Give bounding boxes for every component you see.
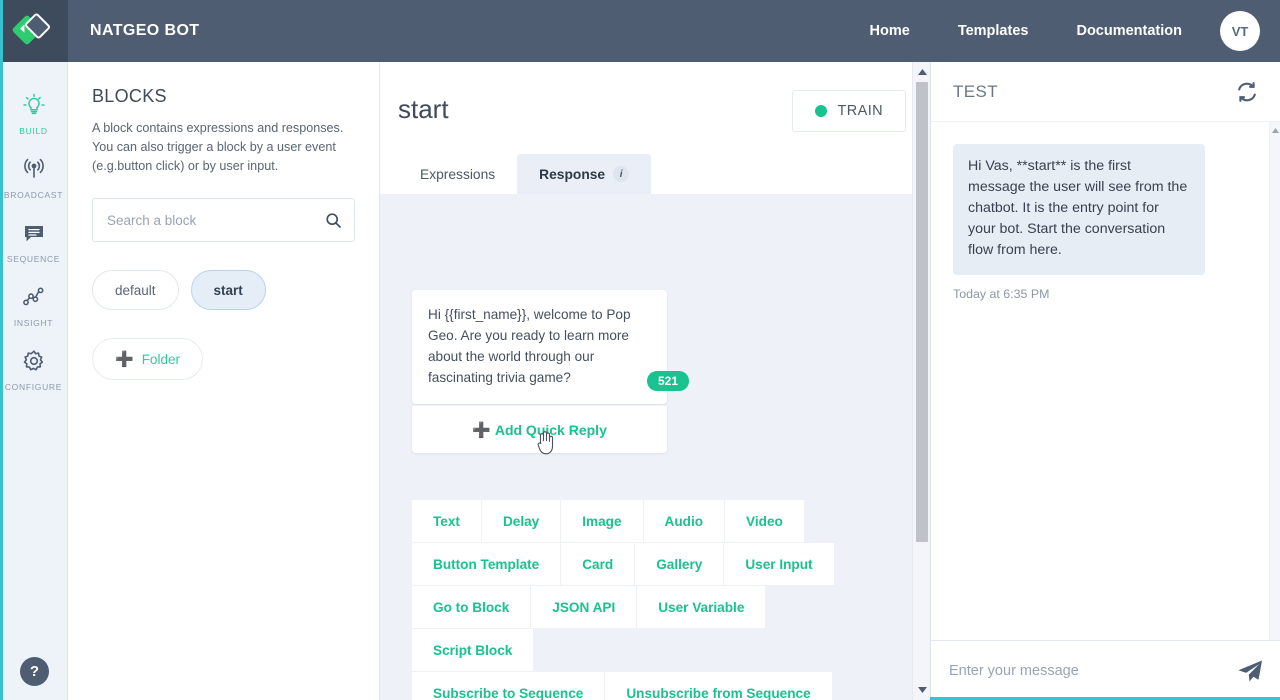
avatar[interactable]: VT	[1220, 11, 1260, 51]
test-chat-body: Hi Vas, **start** is the first message t…	[931, 122, 1280, 640]
app-logo[interactable]	[0, 0, 68, 62]
block-type-row: Subscribe to Sequence Unsubscribe from S…	[412, 672, 882, 700]
sidebar-item-broadcast[interactable]: BROADCAST	[0, 142, 68, 206]
folder-row: ➕ Folder	[92, 338, 355, 380]
block-type-image[interactable]: Image	[561, 500, 643, 543]
train-button[interactable]: TRAIN	[792, 90, 907, 132]
tab-response[interactable]: Response i	[517, 154, 651, 194]
block-type-json-api[interactable]: JSON API	[531, 586, 637, 629]
tab-expressions[interactable]: Expressions	[398, 154, 517, 194]
block-type-text[interactable]: Text	[412, 500, 482, 543]
message-composer	[931, 640, 1280, 700]
response-canvas: Hi {{first_name}}, welcome to Pop Geo. A…	[380, 194, 930, 700]
block-type-grid: Text Delay Image Audio Video Button Temp…	[412, 500, 882, 700]
add-folder-button[interactable]: ➕ Folder	[92, 338, 203, 380]
app-root: NATGEO BOT Home Templates Documentation …	[0, 0, 1280, 700]
block-type-user-input[interactable]: User Input	[724, 543, 834, 586]
broadcast-icon	[20, 152, 48, 186]
nav-templates[interactable]: Templates	[934, 0, 1053, 62]
test-panel-title: TEST	[953, 82, 998, 102]
left-nav-rail: BUILD BROADCAST SEQUENCE	[0, 62, 68, 700]
block-pill-default[interactable]: default	[92, 270, 179, 310]
block-type-audio[interactable]: Audio	[644, 500, 726, 543]
left-edge-accent	[0, 0, 3, 700]
search-block-container[interactable]	[92, 198, 355, 242]
page-title: start	[398, 94, 449, 125]
plus-icon: ➕	[115, 350, 134, 368]
sidebar-item-label: BUILD	[19, 126, 48, 136]
block-list: default start	[92, 270, 355, 310]
block-type-delay[interactable]: Delay	[482, 500, 561, 543]
sidebar-item-label: BROADCAST	[4, 190, 63, 200]
tab-expressions-label: Expressions	[420, 167, 495, 182]
block-type-gallery[interactable]: Gallery	[635, 543, 724, 586]
blocks-panel-title: BLOCKS	[92, 86, 355, 107]
help-button[interactable]: ?	[20, 657, 49, 686]
main-canvas: start TRAIN Expressions Response i Hi {{…	[380, 62, 930, 700]
search-input[interactable]	[107, 213, 325, 228]
add-folder-label: Folder	[142, 352, 180, 367]
line-chart-icon	[20, 280, 48, 314]
header-spacer	[199, 0, 845, 62]
blocks-panel-description: A block contains expressions and respons…	[92, 119, 355, 176]
character-count-badge: 521	[647, 371, 689, 391]
sidebar-item-sequence[interactable]: SEQUENCE	[0, 206, 68, 270]
lightbulb-icon	[20, 88, 48, 122]
block-type-subscribe-to-sequence[interactable]: Subscribe to Sequence	[412, 672, 605, 700]
refresh-icon[interactable]	[1235, 80, 1259, 104]
gear-icon	[20, 344, 48, 378]
chat-diamond-logo-icon	[16, 14, 52, 48]
block-type-go-to-block[interactable]: Go to Block	[412, 586, 531, 629]
message-lines-icon	[20, 216, 48, 250]
message-card-container: Hi {{first_name}}, welcome to Pop Geo. A…	[412, 290, 667, 453]
sidebar-item-build[interactable]: BUILD	[0, 78, 68, 142]
message-input[interactable]	[949, 663, 1227, 679]
blocks-panel: BLOCKS A block contains expressions and …	[68, 62, 380, 700]
plus-icon: ➕	[472, 421, 491, 439]
block-type-row: Text Delay Image Audio Video	[412, 500, 882, 543]
block-pill-start[interactable]: start	[191, 270, 266, 310]
test-scrollbar[interactable]	[1269, 122, 1280, 640]
main-header: start TRAIN Expressions Response i	[380, 62, 930, 194]
search-icon[interactable]	[325, 212, 342, 229]
header-nav: Home Templates Documentation	[846, 0, 1206, 62]
block-type-unsubscribe-from-sequence[interactable]: Unsubscribe from Sequence	[605, 672, 832, 700]
sidebar-item-insight[interactable]: INSIGHT	[0, 270, 68, 334]
sidebar-item-label: CONFIGURE	[5, 382, 62, 392]
nav-documentation[interactable]: Documentation	[1052, 0, 1206, 62]
top-header: NATGEO BOT Home Templates Documentation …	[0, 0, 1280, 62]
sidebar-item-label: INSIGHT	[14, 318, 53, 328]
train-status-dot	[815, 105, 827, 117]
tab-response-label: Response	[539, 167, 605, 182]
nav-home[interactable]: Home	[846, 0, 934, 62]
brand-title: NATGEO BOT	[68, 0, 199, 62]
test-scroll-up-arrow-icon[interactable]	[1270, 124, 1280, 136]
block-type-video[interactable]: Video	[725, 500, 805, 543]
scroll-down-arrow-icon[interactable]	[913, 682, 931, 698]
block-type-row: Button Template Card Gallery User Input	[412, 543, 882, 586]
block-type-user-variable[interactable]: User Variable	[637, 586, 766, 629]
block-type-row: Go to Block JSON API User Variable Scrip…	[412, 586, 882, 672]
content-tabs: Expressions Response i	[398, 154, 651, 194]
block-type-card[interactable]: Card	[561, 543, 635, 586]
main-scrollbar[interactable]	[912, 62, 930, 700]
avatar-container: VT	[1206, 0, 1280, 62]
send-paper-plane-icon[interactable]	[1227, 659, 1263, 683]
chat-message-bubble: Hi Vas, **start** is the first message t…	[953, 144, 1205, 275]
test-panel-header: TEST	[931, 62, 1280, 122]
info-icon[interactable]: i	[613, 166, 629, 182]
sidebar-item-configure[interactable]: CONFIGURE	[0, 334, 68, 398]
sidebar-item-label: SEQUENCE	[7, 254, 60, 264]
add-quick-reply-button[interactable]: ➕ Add Quick Reply	[412, 405, 667, 453]
block-type-script-block[interactable]: Script Block	[412, 629, 534, 672]
train-label: TRAIN	[838, 103, 884, 119]
chat-timestamp: Today at 6:35 PM	[953, 287, 1259, 301]
text-message-card[interactable]: Hi {{first_name}}, welcome to Pop Geo. A…	[412, 290, 667, 404]
scrollbar-thumb[interactable]	[916, 82, 928, 542]
block-type-button-template[interactable]: Button Template	[412, 543, 561, 586]
message-text[interactable]: Hi {{first_name}}, welcome to Pop Geo. A…	[428, 304, 651, 388]
scroll-up-arrow-icon[interactable]	[913, 64, 931, 80]
test-panel: TEST Hi Vas, **start** is the first mess…	[930, 62, 1280, 700]
add-quick-reply-label: Add Quick Reply	[495, 422, 607, 438]
